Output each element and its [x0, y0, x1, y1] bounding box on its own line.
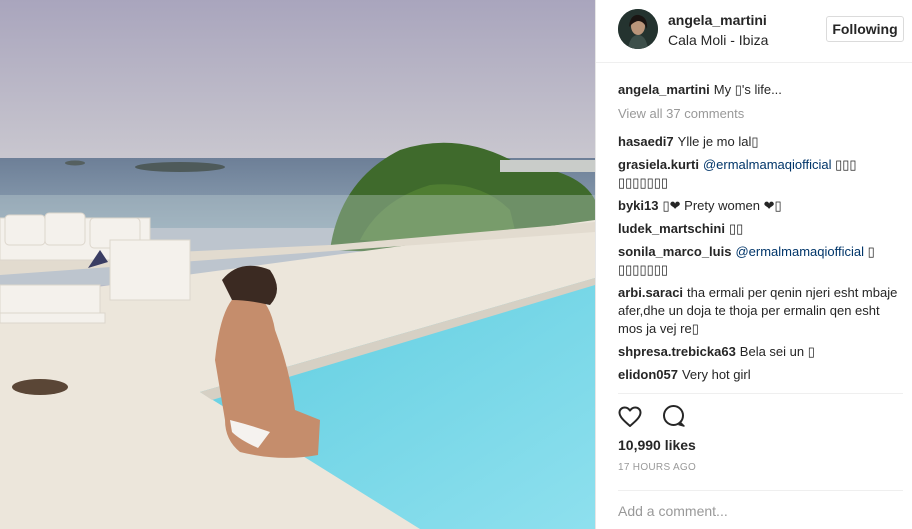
- post-side-panel: angela_martini Cala Moli - Ibiza Followi…: [595, 0, 912, 529]
- view-all-comments-link[interactable]: View all 37 comments: [618, 105, 903, 123]
- caption-username[interactable]: angela_martini: [618, 82, 710, 97]
- add-comment-bar: [618, 490, 903, 529]
- pool-scene-image: [0, 0, 595, 529]
- comment-text: Ylle je mo lal▯: [677, 134, 759, 149]
- list-item: grasiela.kurti @ermalmamaqiofficial ▯▯▯ ▯…: [618, 156, 903, 192]
- list-item: ludek_martschini ▯▯: [618, 220, 903, 238]
- post-timestamp[interactable]: 17 HOURS AGO: [618, 462, 696, 473]
- following-button[interactable]: Following: [826, 16, 904, 42]
- comment-text: ▯▯: [728, 221, 744, 236]
- comment-text: ▯❤ Prety women ❤▯: [662, 198, 782, 213]
- comments-list: angela_martini My ▯'s life... View all 37…: [618, 81, 903, 389]
- list-item: arbi.saraci tha ermali per qenin njeri es…: [618, 284, 903, 338]
- comment-username[interactable]: arbi.saraci: [618, 285, 683, 300]
- comment-username[interactable]: grasiela.kurti: [618, 157, 699, 172]
- comment-bubble-icon[interactable]: [662, 404, 686, 433]
- comment-username[interactable]: elidon057: [618, 367, 678, 382]
- likes-count[interactable]: 10,990 likes: [618, 437, 696, 453]
- avatar-image: [618, 9, 658, 49]
- comment-username[interactable]: ludek_martschini: [618, 221, 725, 236]
- post-photo[interactable]: [0, 0, 595, 529]
- add-comment-input[interactable]: [618, 491, 888, 519]
- comment-username[interactable]: shpresa.trebicka63: [618, 344, 736, 359]
- caption-text: My ▯'s life...: [713, 82, 782, 97]
- comment-username[interactable]: byki13: [618, 198, 658, 213]
- comment-username[interactable]: hasaedi7: [618, 134, 674, 149]
- avatar[interactable]: [618, 9, 658, 49]
- list-item: hasaedi7 Ylle je mo lal▯: [618, 133, 903, 151]
- comment-text: Very hot girl: [681, 367, 751, 382]
- comment-mention[interactable]: @ermalmamaqiofficial: [703, 157, 832, 172]
- divider: [618, 393, 903, 394]
- caption: angela_martini My ▯'s life...: [618, 81, 903, 99]
- comment-text: Bela sei un ▯: [739, 344, 815, 359]
- location-link[interactable]: Cala Moli - Ibiza: [668, 32, 768, 48]
- list-item: sonila_marco_luis @ermalmamaqiofficial ▯ …: [618, 243, 903, 279]
- list-item: elidon057 Very hot girl: [618, 366, 903, 384]
- list-item: shpresa.trebicka63 Bela sei un ▯: [618, 343, 903, 361]
- comment-username[interactable]: sonila_marco_luis: [618, 244, 731, 259]
- post-actions: [618, 404, 702, 433]
- username-link[interactable]: angela_martini: [668, 12, 767, 28]
- heart-icon[interactable]: [618, 406, 642, 433]
- list-item: byki13 ▯❤ Prety women ❤▯: [618, 197, 903, 215]
- post-header: angela_martini Cala Moli - Ibiza Followi…: [596, 0, 912, 63]
- comment-mention[interactable]: @ermalmamaqiofficial: [735, 244, 864, 259]
